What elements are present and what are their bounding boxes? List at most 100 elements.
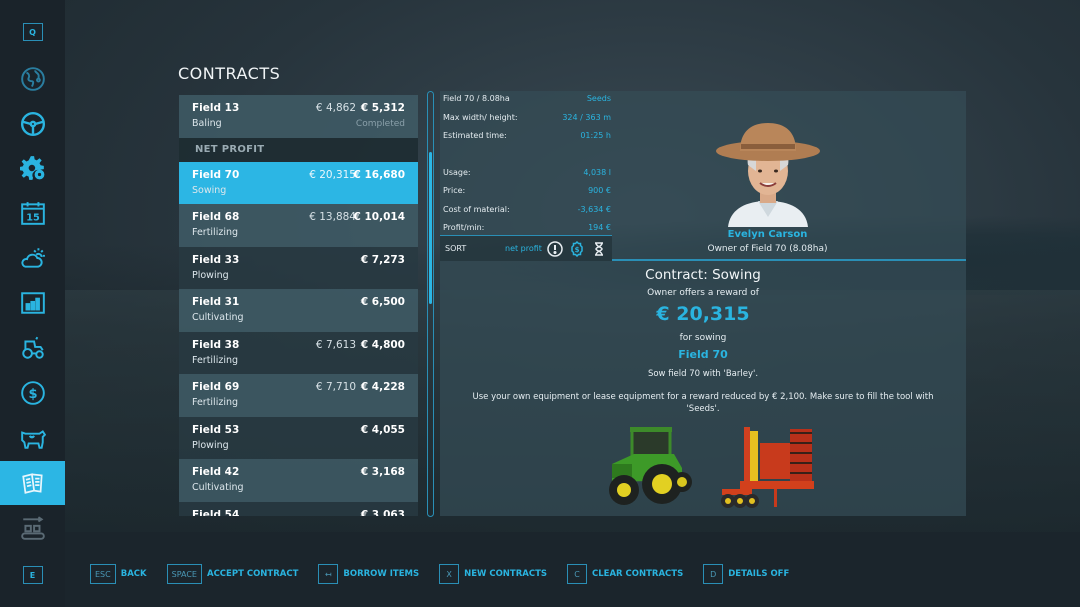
key-hint: X [439, 564, 460, 584]
contract-status: Completed [355, 119, 405, 129]
contract-title: Contract: Sowing [645, 267, 761, 283]
contract-reward: € 7,613 [315, 338, 356, 351]
sort-by-urgency-button[interactable] [546, 240, 564, 258]
clear-contracts-button[interactable]: C CLEAR CONTRACTS [567, 564, 683, 584]
contract-profit: € 5,312 [360, 102, 405, 114]
sidebar-key-e[interactable]: E [0, 553, 65, 597]
sidebar-item-contracts[interactable] [0, 461, 65, 505]
contract-row[interactable]: Field 68 Fertilizing € 13,884 € 10,014 [179, 204, 418, 247]
stat-label: Usage: [443, 167, 471, 177]
contract-field-name: Field 70 [678, 348, 728, 361]
contract-row[interactable]: Field 31 Cultivating € 6,500 [179, 289, 418, 332]
back-button[interactable]: ESC BACK [90, 564, 147, 584]
contract-profit: € 4,228 [360, 381, 405, 393]
contract-list: Field 13 Baling € 4,862 € 5,312 Complete… [179, 95, 418, 516]
accept-contract-button[interactable]: SPACE ACCEPT CONTRACT [166, 564, 299, 584]
offer-text: Owner offers a reward of [647, 288, 759, 298]
contract-row[interactable]: Field 42 Cultivating € 3,168 [179, 459, 418, 502]
contract-row[interactable]: Field 33 Plowing € 7,273 [179, 246, 418, 289]
task-description: Sow field 70 with 'Barley'. [647, 369, 759, 379]
contract-type: Fertilizing [192, 227, 239, 238]
svg-text:$: $ [28, 387, 37, 402]
contract-reward: € 13,884 [309, 211, 356, 223]
stat-label: Estimated time: [443, 131, 507, 140]
action-label: BORROW ITEMS [343, 569, 420, 579]
contract-reward: € 7,710 [315, 381, 356, 393]
sidebar-item-production-chains[interactable] [0, 506, 65, 550]
contract-type: Sowing [192, 184, 227, 196]
stat-usage: Usage: 4,038 l [443, 165, 611, 184]
sort-by-time-button[interactable] [590, 240, 608, 258]
stat-field-size: Field 70 / 8.08ha Seeds [443, 91, 611, 110]
contract-details-panel: Field 70 / 8.08ha Seeds Max width/ heigh… [440, 91, 966, 516]
contracts-icon [21, 473, 43, 494]
contract-profit: € 16,680 [353, 168, 405, 181]
stat-label: Price: [443, 186, 466, 195]
sidebar-item-calendar[interactable]: 15 [0, 191, 65, 235]
steering-wheel-icon [20, 111, 45, 137]
stat-dimensions: Max width/ height: 324 / 363 m [443, 110, 611, 129]
key-hint: ESC [90, 564, 116, 584]
chart-icon [20, 292, 45, 314]
gears-icon [19, 156, 44, 180]
sort-bar: SORT net profit $ [440, 235, 612, 261]
sidebar-item-vehicles[interactable] [0, 102, 65, 146]
contract-profit: € 4,800 [360, 338, 405, 351]
sidebar-item-statistics[interactable] [0, 281, 65, 325]
contract-row[interactable]: Field 38 Fertilizing € 7,613 € 4,800 [179, 331, 418, 374]
sidebar-item-animals[interactable] [0, 416, 65, 460]
contract-row[interactable]: Field 53 Plowing € 4,055 [179, 416, 418, 459]
owner-portrait [716, 123, 820, 227]
sort-by-profit-button[interactable]: $ [568, 240, 586, 258]
section-header-net-profit: NET PROFIT [179, 137, 418, 162]
sidebar-item-finances[interactable]: $ [0, 371, 65, 415]
stat-label: Max width/ height: [443, 112, 518, 122]
sidebar-item-garage[interactable] [0, 326, 65, 370]
weather-icon [20, 248, 45, 268]
sidebar: Q 15 $ E [0, 0, 65, 607]
contract-row[interactable]: Field 54 € 3,063 [179, 501, 418, 516]
stat-value: -3,634 € [577, 204, 611, 214]
stat-value: Seeds [586, 94, 611, 103]
action-label: BACK [120, 569, 147, 579]
borrow-items-button[interactable]: ↤ BORROW ITEMS [318, 564, 419, 584]
contract-row[interactable]: Field 69 Fertilizing € 7,710 € 4,228 [179, 374, 418, 417]
svg-text:15: 15 [26, 213, 40, 224]
contract-type: Cultivating [192, 312, 244, 323]
page-title: CONTRACTS [178, 64, 281, 83]
stat-value: 324 / 363 m [562, 112, 611, 122]
contract-profit: € 6,500 [360, 296, 405, 308]
key-hint: SPACE [166, 564, 202, 584]
action-label: CLEAR CONTRACTS [592, 569, 684, 579]
contract-type: Plowing [192, 439, 229, 451]
svg-text:$: $ [575, 246, 580, 254]
scrollbar-thumb[interactable] [429, 152, 432, 304]
contract-type: Cultivating [192, 482, 244, 493]
contract-list-scrollbar[interactable] [427, 91, 434, 517]
stat-value: 194 € [588, 223, 611, 232]
contract-profit: € 7,273 [360, 253, 405, 266]
new-contracts-button[interactable]: X NEW CONTRACTS [439, 564, 547, 584]
key-hint: ↤ [318, 564, 339, 584]
action-label: DETAILS OFF [728, 569, 790, 579]
sidebar-key-q[interactable]: Q [0, 10, 65, 54]
contract-reward: € 20,315 [309, 168, 356, 181]
sort-label: SORT [445, 244, 467, 253]
contract-profit: € 4,055 [360, 423, 405, 436]
reward-amount: € 20,315 [656, 303, 750, 325]
action-label: ACCEPT CONTRACT [206, 569, 299, 579]
details-off-button[interactable]: D DETAILS OFF [703, 564, 789, 584]
seeder-image [721, 427, 814, 508]
sidebar-item-production[interactable] [0, 146, 65, 190]
stat-label: Cost of material: [443, 204, 510, 214]
exclamation-icon [547, 240, 563, 257]
contract-type: Fertilizing [192, 354, 239, 366]
sidebar-item-weather[interactable] [0, 236, 65, 280]
dollar-icon: $ [20, 381, 45, 405]
active-contract-row[interactable]: Field 13 Baling € 4,862 € 5,312 Complete… [179, 95, 418, 138]
contract-type: Plowing [192, 269, 229, 281]
sidebar-item-map[interactable] [0, 57, 65, 101]
tractor-image [609, 427, 692, 505]
divider [612, 259, 966, 261]
contract-row[interactable]: Field 70 Sowing € 20,315 € 16,680 [179, 161, 418, 204]
